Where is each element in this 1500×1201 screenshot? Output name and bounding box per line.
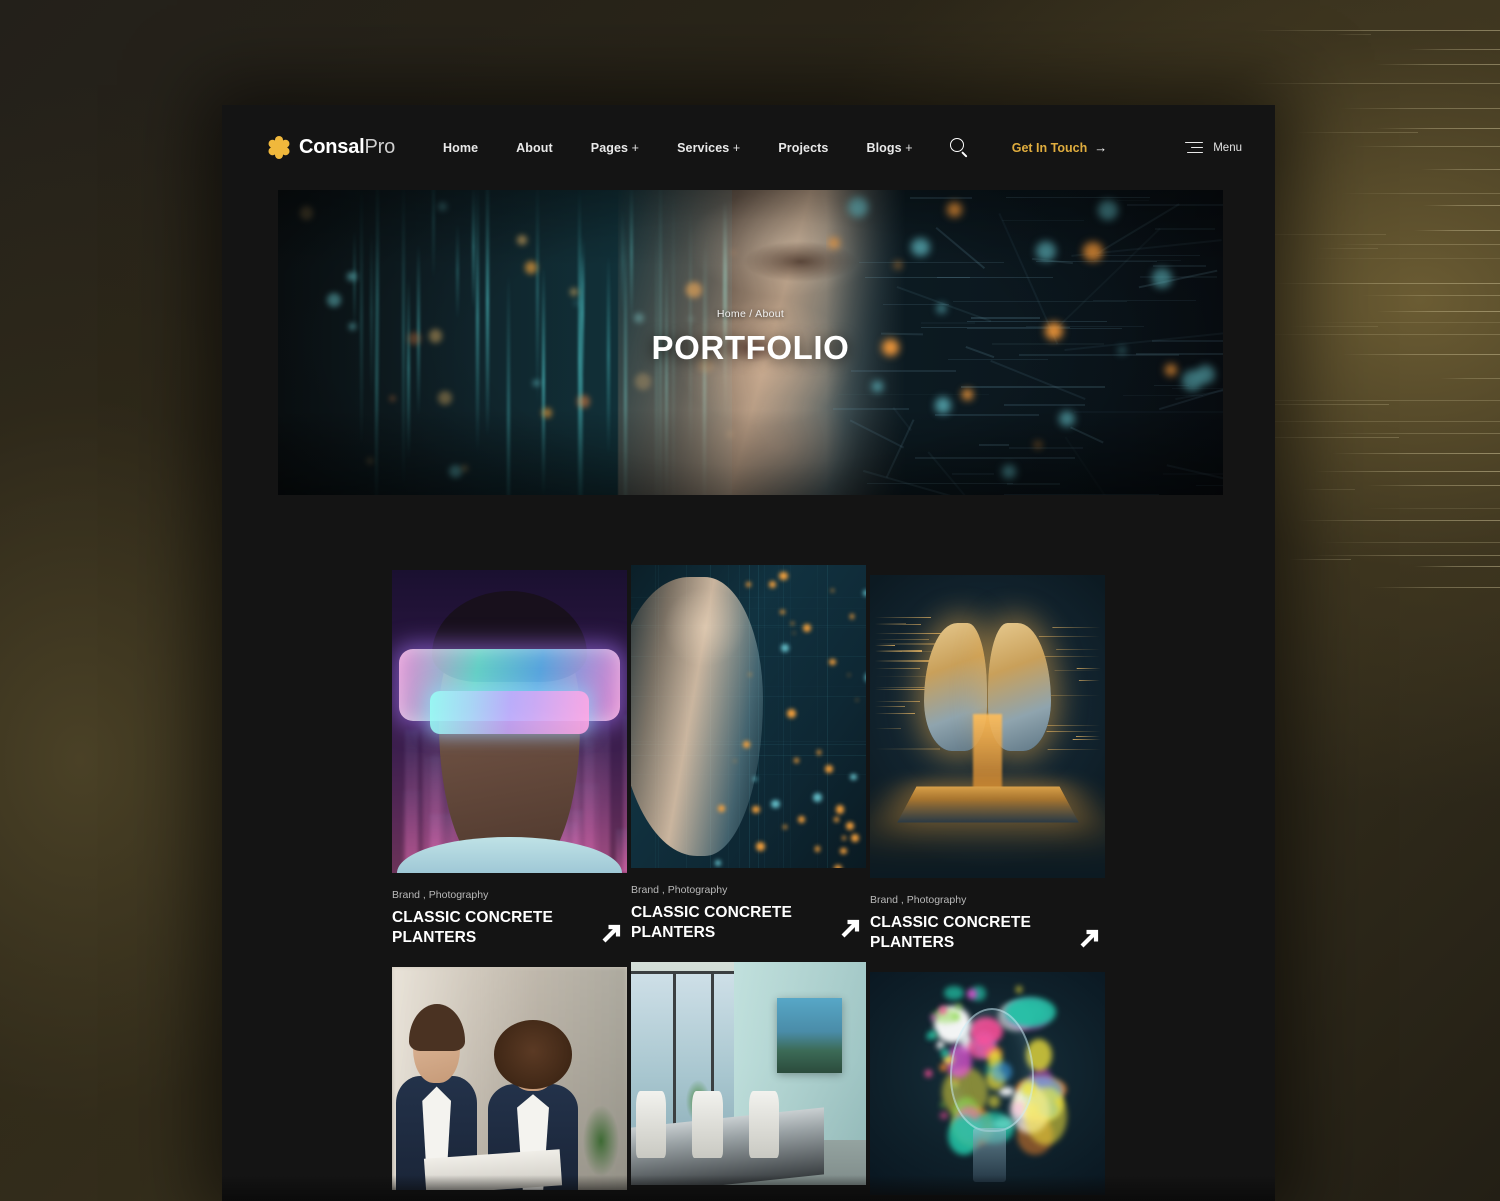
caption-text: Brand , Photography CLASSIC CONCRETE PLA… xyxy=(392,889,557,949)
portfolio-caption: Brand , Photography CLASSIC CONCRETE PLA… xyxy=(631,868,866,958)
bulb-base xyxy=(973,1128,1007,1182)
website-page: ConsalPro Home About Pages + Services + … xyxy=(222,105,1275,1201)
arrow-up-right-icon[interactable] xyxy=(599,921,625,947)
arrow-right-icon: → xyxy=(1094,140,1108,155)
portfolio-caption: Brand , Photography CLASSIC CONCRETE PLA… xyxy=(392,873,627,963)
portfolio-thumbnail-paint-splash-lightbulb[interactable] xyxy=(870,971,1105,1195)
nav-item-projects[interactable]: Projects xyxy=(778,141,828,155)
nav-label: Pages xyxy=(590,140,629,155)
artwork-brain-chip xyxy=(870,575,1105,878)
nav-item-about[interactable]: About xyxy=(516,141,553,155)
portfolio-tags: Brand , Photography xyxy=(870,894,967,906)
artwork-business-pair xyxy=(392,966,627,1190)
portfolio-card[interactable] xyxy=(392,966,627,1190)
asterisk-flower-icon xyxy=(267,136,290,159)
wall-artwork xyxy=(776,997,843,1074)
portfolio-title: CLASSIC CONCRETE PLANTERS xyxy=(870,914,1031,952)
brain-stem xyxy=(973,714,1002,794)
caption-text: Brand , Photography CLASSIC CONCRETE PLA… xyxy=(870,894,1035,954)
nav-item-blogs[interactable]: Blogs + xyxy=(866,141,912,155)
main-nav: Home About Pages + Services + Projects B… xyxy=(443,141,913,155)
cyber-lights xyxy=(631,565,866,868)
portfolio-grid: Brand , Photography CLASSIC CONCRETE PLA… xyxy=(392,565,1106,1195)
portfolio-row xyxy=(392,961,1106,1195)
artwork-meeting-room xyxy=(631,961,866,1185)
nav-item-services[interactable]: Services + xyxy=(677,141,740,155)
portfolio-thumbnail-glowing-brain-chip[interactable] xyxy=(870,575,1105,878)
portfolio-row: Brand , Photography CLASSIC CONCRETE PLA… xyxy=(392,565,1106,963)
portfolio-title: CLASSIC CONCRETE PLANTERS xyxy=(392,909,553,947)
nav-plus: + xyxy=(901,140,913,155)
get-in-touch-button[interactable]: Get In Touch → xyxy=(1012,141,1107,155)
nav-label: Services xyxy=(677,140,730,155)
portfolio-caption: Brand , Photography CLASSIC CONCRETE PLA… xyxy=(870,878,1105,968)
office-plant xyxy=(580,1087,623,1177)
portfolio-thumbnail-vr-goggles-portrait[interactable] xyxy=(392,570,627,873)
portfolio-card[interactable]: Brand , Photography CLASSIC CONCRETE PLA… xyxy=(631,565,866,958)
nav-label: Home xyxy=(443,140,479,155)
brand-name: ConsalPro xyxy=(299,136,395,159)
hero-banner: Home / About PORTFOLIO xyxy=(278,190,1223,495)
caption-text: Brand , Photography CLASSIC CONCRETE PLA… xyxy=(631,884,796,944)
nav-item-pages[interactable]: Pages + xyxy=(591,141,639,155)
search-handle xyxy=(961,150,968,157)
artwork-cyber-face xyxy=(631,565,866,868)
brain-chip-base xyxy=(896,786,1079,823)
arrow-up-right-icon[interactable] xyxy=(1077,926,1103,952)
nav-item-home[interactable]: Home xyxy=(443,141,478,155)
artwork-vr-goggles xyxy=(392,570,627,873)
brand-name-bold: Consal xyxy=(299,136,365,158)
portfolio-card[interactable]: Brand , Photography CLASSIC CONCRETE PLA… xyxy=(870,575,1105,968)
portfolio-thumbnail-cyber-face-profile[interactable] xyxy=(631,565,866,868)
hero-copy: Home / About PORTFOLIO xyxy=(278,308,1223,367)
hair xyxy=(408,1004,465,1051)
hair xyxy=(493,1019,573,1090)
site-header: ConsalPro Home About Pages + Services + … xyxy=(222,105,1275,190)
portfolio-card[interactable] xyxy=(870,971,1105,1195)
brand-name-light: Pro xyxy=(364,136,396,158)
office-chair xyxy=(635,1091,667,1159)
portfolio-thumbnail-modern-meeting-room[interactable] xyxy=(631,961,866,1185)
office-chair xyxy=(692,1091,723,1159)
portfolio-thumbnail-business-pair-reviewing-documents[interactable] xyxy=(392,966,627,1190)
hamburger-icon xyxy=(1185,141,1204,154)
nav-plus: + xyxy=(729,140,741,155)
arrow-up-right-icon[interactable] xyxy=(838,916,864,942)
portfolio-card[interactable] xyxy=(631,961,866,1185)
nav-plus: + xyxy=(628,140,640,155)
portfolio-tags: Brand , Photography xyxy=(392,889,489,901)
nav-label: Blogs xyxy=(866,140,902,155)
window-mullion xyxy=(631,970,735,974)
nav-label: About xyxy=(516,140,553,155)
nav-label: Projects xyxy=(778,140,829,155)
logo[interactable]: ConsalPro xyxy=(267,136,395,159)
cta-label: Get In Touch xyxy=(1011,140,1088,155)
breadcrumb: Home / About xyxy=(716,308,785,320)
search-ring xyxy=(949,137,964,152)
portfolio-tags: Brand , Photography xyxy=(631,884,728,896)
desktop-background: ConsalPro Home About Pages + Services + … xyxy=(0,0,1500,1201)
artwork-paint-splash-bulb xyxy=(870,971,1105,1195)
search-icon[interactable] xyxy=(949,137,971,159)
office-chair xyxy=(748,1091,780,1159)
menu-toggle[interactable]: Menu xyxy=(1185,141,1242,154)
vr-goggle-lens xyxy=(429,691,590,734)
menu-label: Menu xyxy=(1213,141,1242,154)
portfolio-title: CLASSIC CONCRETE PLANTERS xyxy=(631,904,792,942)
page-title: PORTFOLIO xyxy=(651,329,850,366)
portfolio-card[interactable]: Brand , Photography CLASSIC CONCRETE PLA… xyxy=(392,570,627,963)
window-mullion xyxy=(673,970,677,1145)
